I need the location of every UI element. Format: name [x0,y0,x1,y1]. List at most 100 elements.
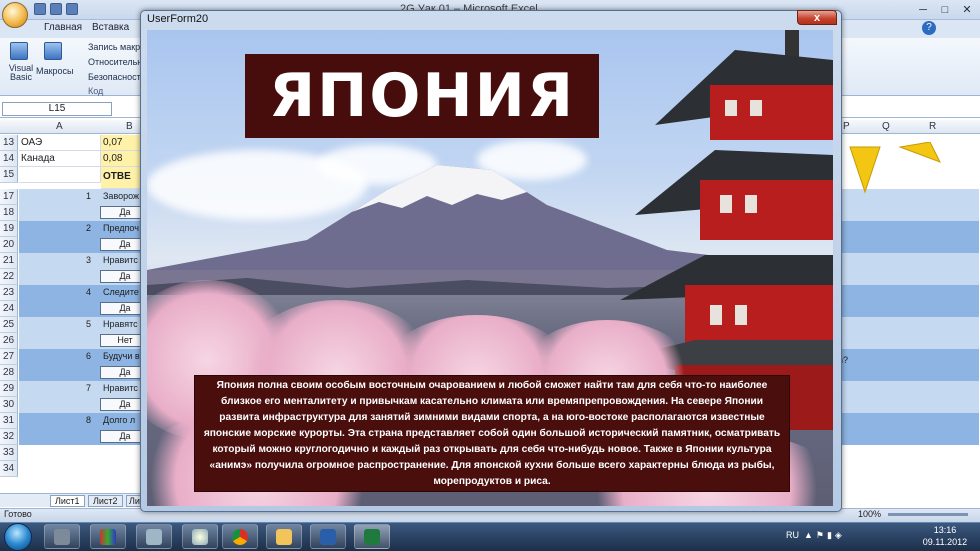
row-header[interactable]: 26 [0,333,18,349]
close-icon[interactable]: ✕ [956,1,978,18]
heading-box: ЯПОНИЯ [245,54,599,138]
row-header[interactable]: 29 [0,381,18,397]
language-indicator[interactable]: RU [786,530,799,540]
word-icon [320,528,336,545]
macros-icon[interactable] [44,42,62,60]
zoom-level[interactable]: 100% [858,509,881,519]
row-header[interactable]: 17 [0,189,18,205]
chrome-icon [232,528,248,545]
row-header[interactable]: 21 [0,253,18,269]
row-header[interactable]: 34 [0,461,18,477]
status-text: Готово [4,509,32,519]
row-header[interactable]: 25 [0,317,18,333]
clock-date[interactable]: 09.11.2012 [922,537,968,547]
question-number: 3 [86,255,92,265]
question-text: Нравитс [103,255,138,265]
cell-a[interactable] [19,167,101,183]
question-text: Заворож [103,191,140,201]
minimize-icon[interactable]: ─ [912,1,934,18]
macros-button[interactable]: Макросы [36,66,74,76]
question-text: Нравитс [103,383,138,393]
relative-refs-button[interactable]: Относительн [88,57,142,67]
row-header[interactable]: 32 [0,429,18,445]
zoom-slider[interactable] [888,513,968,516]
help-icon[interactable]: ? [922,21,936,35]
row-header[interactable]: 27 [0,349,18,365]
question-number: 7 [86,383,92,393]
cell-a[interactable]: Канада [19,151,101,167]
question-text: Следите [103,287,139,297]
start-button-icon[interactable] [4,523,32,551]
taskbar-books[interactable] [90,524,126,549]
clock-time[interactable]: 13:16 [922,525,968,535]
question-text: Будучи в [103,351,140,361]
taskbar-app3[interactable] [136,524,172,549]
excel-icon [364,528,380,545]
sheet-tab-1[interactable]: Лист1 [50,495,85,507]
row-header[interactable]: 30 [0,397,18,413]
macro-security-button[interactable]: Безопасность [88,72,145,82]
row-header[interactable]: 23 [0,285,18,301]
row-header[interactable]: 15 [0,167,18,183]
heading-title: ЯПОНИЯ [268,61,576,131]
maximize-icon[interactable]: □ [934,1,956,18]
column-q[interactable]: Q [882,121,890,132]
userform-title: UserForm20 [147,13,209,25]
cell-b[interactable]: 0,08 [101,151,145,167]
sheet-tab-2[interactable]: Лист2 [88,495,123,507]
question-number: 5 [86,319,92,329]
description-textbox[interactable]: Япония полна своим особым восточным очар… [194,375,790,492]
question-text: Долго л [103,415,136,425]
paint-icon [192,528,208,545]
tab-home[interactable]: Главная [44,22,82,33]
row-header[interactable]: 13 [0,135,18,151]
taskbar-excel[interactable] [354,524,390,549]
screen: 2G Уак 01 – Microsoft Excel ─ □ ✕ Главна… [0,0,980,551]
books-icon [100,528,116,545]
ribbon-group-code: Код [88,86,104,96]
row-header[interactable]: 31 [0,413,18,429]
question-text: Предпоч [103,223,139,233]
row-header[interactable]: 24 [0,301,18,317]
office-button-icon[interactable] [2,2,28,28]
column-r[interactable]: R [929,121,936,132]
cell-a[interactable]: ОАЭ [19,135,101,151]
row-header[interactable]: 14 [0,151,18,167]
cell-b[interactable]: ОТВЕ [101,167,145,189]
tab-insert[interactable]: Вставка [92,22,129,33]
redo-icon[interactable] [66,3,78,15]
taskbar-chrome[interactable] [222,524,258,549]
question-text: Нравятс [103,319,138,329]
row-header[interactable]: 22 [0,269,18,285]
tray-icons[interactable]: ▲⚑▮◈ [804,530,845,541]
row-header[interactable]: 19 [0,221,18,237]
userform-client: ЯПОНИЯ Япония полна своим особым восточн… [147,30,833,506]
column-a[interactable]: A [56,121,63,132]
row-header[interactable]: 33 [0,445,18,461]
visual-basic-icon[interactable] [10,42,28,60]
taskbar-calculator[interactable] [44,524,80,549]
name-box[interactable]: L15 [2,102,112,116]
question-number: 6 [86,351,92,361]
record-macro-button[interactable]: Запись макро [88,42,145,52]
undo-icon[interactable] [50,3,62,15]
excel-window-controls: ─ □ ✕ [912,1,978,18]
taskbar-explorer[interactable] [266,524,302,549]
cell-b[interactable]: 0,07 [101,135,145,151]
visual-basic-button[interactable]: Visual Basic [6,64,36,82]
taskbar-word[interactable] [310,524,346,549]
folder-icon [276,528,292,545]
userform-close-button[interactable]: x [797,10,837,25]
column-p[interactable]: P [843,121,850,132]
calculator-icon [54,528,70,545]
row-header[interactable]: 20 [0,237,18,253]
question-number: 1 [86,191,92,201]
question-number: 4 [86,287,92,297]
save-icon[interactable] [34,3,46,15]
question-number: 2 [86,223,92,233]
row-header[interactable]: 18 [0,205,18,221]
row-header[interactable]: 28 [0,365,18,381]
column-b[interactable]: B [126,121,133,132]
taskbar-paint[interactable] [182,524,218,549]
app-icon [146,528,162,545]
